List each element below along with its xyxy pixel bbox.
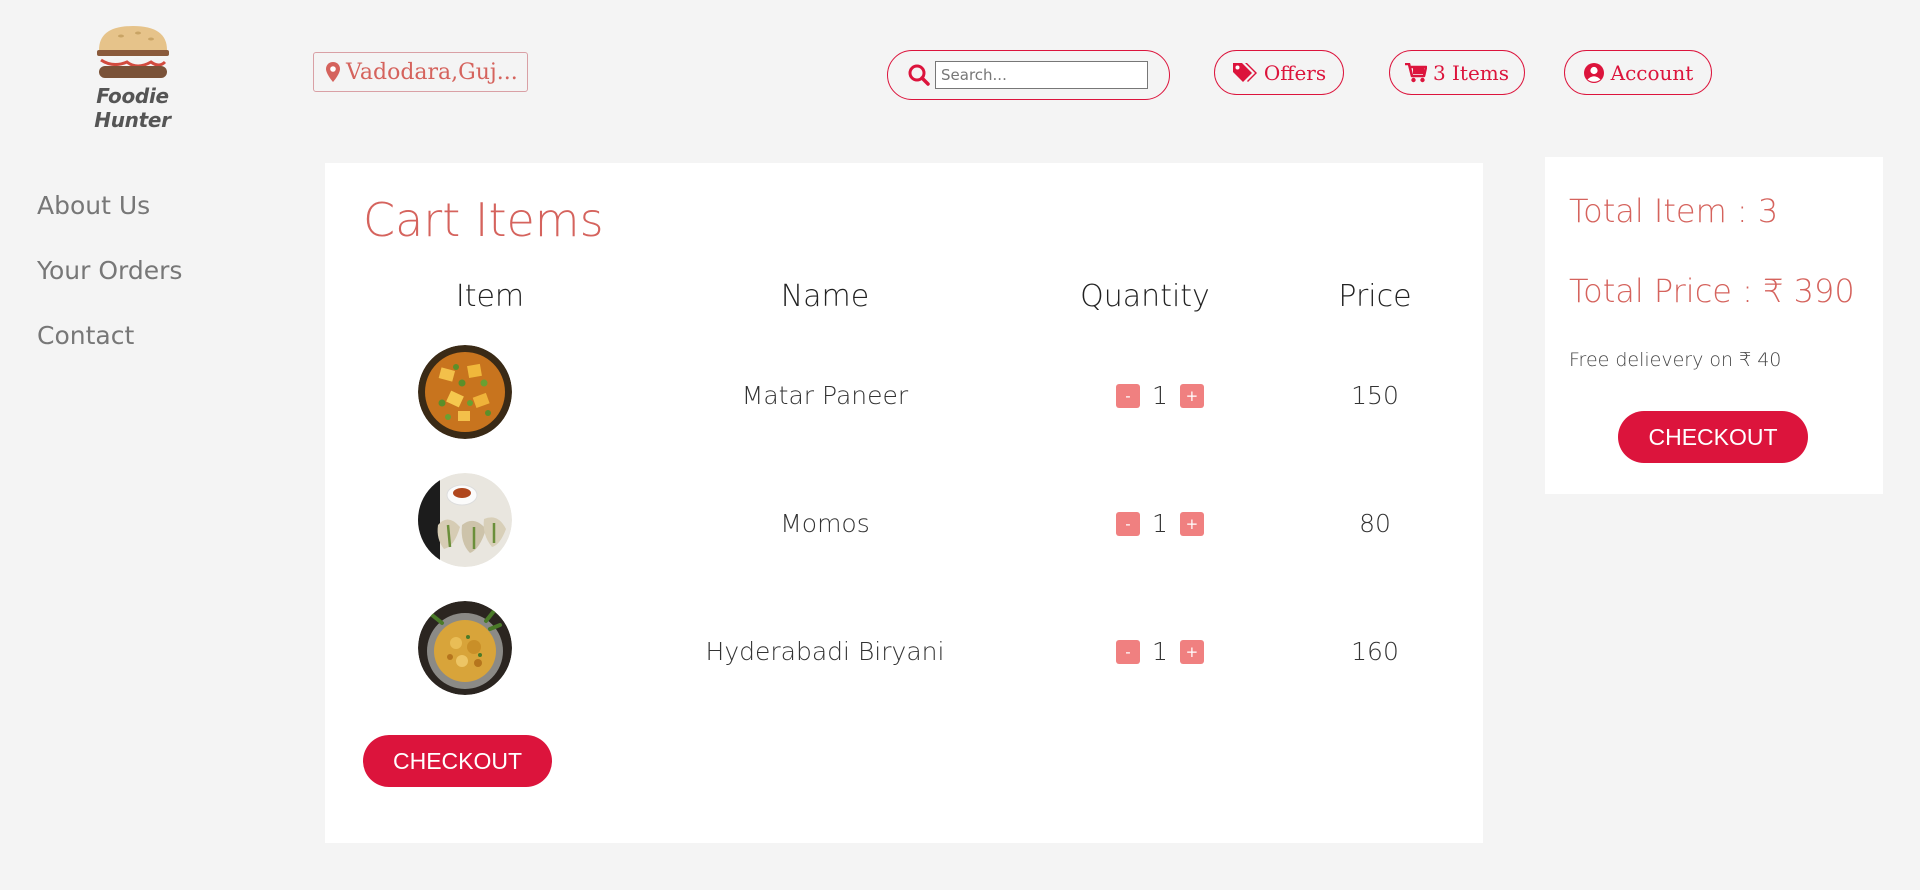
- food-image-momos: [418, 473, 512, 567]
- brand-logo[interactable]: Foodie Hunter: [60, 24, 205, 132]
- food-image-hyderabadi-biryani: [418, 601, 512, 695]
- account-button[interactable]: Account: [1564, 50, 1712, 95]
- food-image-matar-paneer: [418, 345, 512, 439]
- item-name: Hyderabadi Biryani: [705, 637, 945, 666]
- item-price: 150: [1351, 381, 1399, 410]
- cart-row: Matar Paneer - 1 + 150: [325, 345, 1483, 445]
- burger-logo: [96, 26, 169, 78]
- cart-row: Hyderabadi Biryani - 1 + 160: [325, 601, 1483, 701]
- decrement-button[interactable]: -: [1116, 639, 1140, 664]
- search-icon[interactable]: [908, 64, 930, 86]
- sidebar-item-about-us[interactable]: About Us: [37, 190, 182, 221]
- total-items: Total Item : 3: [1569, 192, 1779, 230]
- location-selector[interactable]: Vadodara,Guj...: [313, 52, 528, 92]
- item-name: Matar Paneer: [741, 381, 909, 410]
- search-box: [887, 50, 1170, 100]
- decrement-button[interactable]: -: [1116, 383, 1140, 408]
- sidebar-item-your-orders[interactable]: Your Orders: [37, 255, 182, 286]
- column-header-quantity: Quantity: [1080, 279, 1210, 314]
- quantity-value: 1: [1152, 381, 1168, 410]
- tags-icon: [1232, 62, 1257, 82]
- cart-panel: Cart Items Item Name Quantity Price Mata…: [325, 163, 1483, 843]
- item-price: 80: [1359, 509, 1391, 538]
- cart-checkout-button[interactable]: CHECKOUT: [363, 735, 552, 787]
- column-header-name: Name: [780, 279, 870, 314]
- quantity-stepper: - 1 +: [1116, 381, 1204, 410]
- quantity-stepper: - 1 +: [1116, 637, 1204, 666]
- summary-checkout-button[interactable]: CHECKOUT: [1618, 411, 1808, 463]
- cart-button[interactable]: 3 Items: [1389, 50, 1525, 95]
- cart-title: Cart Items: [363, 193, 604, 247]
- offers-button[interactable]: Offers: [1214, 50, 1344, 95]
- search-input[interactable]: [935, 61, 1148, 89]
- quantity-value: 1: [1152, 637, 1168, 666]
- column-header-price: Price: [1338, 279, 1412, 314]
- account-label: Account: [1610, 60, 1694, 85]
- increment-button[interactable]: +: [1179, 511, 1204, 536]
- location-text: Vadodara,Guj...: [346, 59, 518, 85]
- item-price: 160: [1351, 637, 1399, 666]
- sidebar-item-contact[interactable]: Contact: [37, 320, 182, 351]
- map-marker-icon: [326, 62, 340, 82]
- sidebar: About Us Your Orders Contact: [37, 190, 182, 385]
- cart-row: Momos - 1 + 80: [325, 473, 1483, 573]
- total-price: Total Price : ₹ 390: [1569, 272, 1855, 310]
- user-circle-icon: [1583, 62, 1604, 83]
- decrement-button[interactable]: -: [1116, 511, 1140, 536]
- column-header-item: Item: [455, 279, 525, 314]
- brand-name: Foodie Hunter: [94, 84, 171, 132]
- quantity-stepper: - 1 +: [1116, 509, 1204, 538]
- order-summary: Total Item : 3 Total Price : ₹ 390 Free …: [1545, 157, 1883, 494]
- cart-count-label: 3 Items: [1432, 60, 1510, 85]
- cart-icon: [1404, 62, 1427, 82]
- free-delivery-note: Free delievery on ₹ 40: [1569, 349, 1782, 371]
- offers-label: Offers: [1263, 60, 1327, 85]
- increment-button[interactable]: +: [1179, 639, 1204, 664]
- item-name: Momos: [780, 509, 870, 538]
- quantity-value: 1: [1152, 509, 1168, 538]
- increment-button[interactable]: +: [1179, 383, 1204, 408]
